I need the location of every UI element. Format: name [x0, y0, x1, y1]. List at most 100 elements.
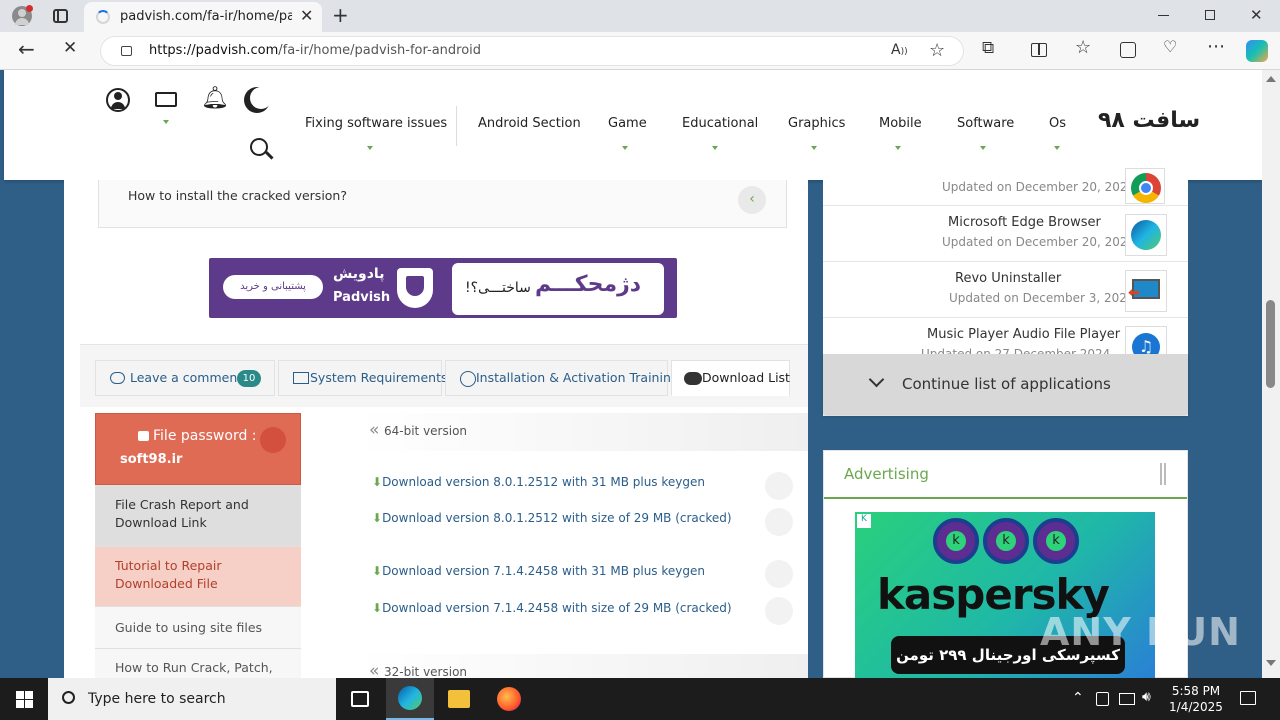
- download-icon: ⬇: [372, 475, 383, 489]
- faq-question: How to install the cracked version?: [128, 188, 347, 203]
- performance-icon[interactable]: ♡: [1163, 37, 1177, 56]
- taskbar-search[interactable]: Type here to search: [48, 678, 336, 720]
- tab-strip: padvish.com/fa-ir/home/padvish-for-andro…: [0, 0, 1280, 32]
- globe-icon: [460, 371, 476, 387]
- back-icon[interactable]: ←: [18, 37, 35, 61]
- tray-device-icon[interactable]: [1096, 692, 1109, 706]
- dark-mode-moon-icon[interactable]: [250, 87, 272, 109]
- tab-leave-comment[interactable]: Leave a comment 10: [95, 360, 275, 396]
- banner-brand-fa: پادویش: [333, 266, 385, 282]
- clock[interactable]: 5:58 PM 1/4/2025: [1168, 683, 1224, 715]
- favorite-star-icon[interactable]: ☆: [929, 40, 945, 61]
- menu-repair-tutorial[interactable]: Tutorial to Repair Downloaded File: [95, 546, 301, 606]
- windows-start-icon[interactable]: [16, 691, 33, 708]
- menu-how-to-run-crack[interactable]: How to Run Crack, Patch,: [95, 648, 301, 678]
- collections-icon[interactable]: [1120, 42, 1136, 58]
- edge-taskbar-icon[interactable]: [386, 678, 434, 720]
- more-menu-icon[interactable]: ⋯: [1207, 36, 1225, 57]
- read-aloud-icon[interactable]: A)): [891, 42, 908, 58]
- nav-os[interactable]: Os: [1049, 116, 1066, 131]
- split-screen-icon[interactable]: [1031, 43, 1047, 57]
- banner-buy-button[interactable]: پشتیبانی و خرید: [223, 275, 323, 299]
- search-icon[interactable]: [250, 138, 274, 160]
- drag-handle-icon[interactable]: [1160, 463, 1166, 485]
- url-text: https://padvish.com/fa-ir/home/padvish-f…: [149, 43, 482, 58]
- nav-android-section[interactable]: Android Section: [478, 116, 581, 131]
- app-item[interactable]: Updated on December 20, 2024: [823, 168, 1188, 206]
- chevron-down-icon: [367, 146, 373, 150]
- chevron-left-icon[interactable]: ‹: [738, 186, 766, 214]
- file-explorer-icon[interactable]: [448, 690, 470, 708]
- tray-chevron-icon[interactable]: ⌃: [1072, 690, 1084, 706]
- lock-icon[interactable]: [121, 46, 132, 56]
- tab-download-list[interactable]: Download List: [671, 360, 790, 396]
- download-link[interactable]: ⬇Download version 7.1.4.2458 with 31 MB …: [372, 564, 705, 578]
- faq-item[interactable]: How to install the cracked version? ‹: [98, 180, 787, 228]
- site-logo[interactable]: سافت ۹۸: [1098, 108, 1200, 133]
- copy-button[interactable]: [260, 427, 286, 453]
- copy-link-button[interactable]: [765, 508, 793, 536]
- banner-subline: ساختـــی؟!: [465, 280, 531, 296]
- address-bar[interactable]: https://padvish.com/fa-ir/home/padvish-f…: [100, 36, 964, 66]
- volume-icon[interactable]: 🔊︎: [1142, 689, 1151, 705]
- app-name: Music Player Audio File Player: [927, 327, 1121, 342]
- user-icon[interactable]: [106, 88, 130, 112]
- nav-graphics[interactable]: Graphics: [788, 116, 845, 131]
- password-value: soft98.ir: [120, 452, 183, 467]
- app-updated: Updated on December 20, 2024: [942, 180, 1136, 194]
- restore-icon[interactable]: [1205, 10, 1215, 20]
- nav-fixing-software-issues[interactable]: Fixing software issues: [305, 116, 447, 131]
- taskbar: Type here to search ⌃ 🔊︎ 5:58 PM 1/4/202…: [0, 678, 1280, 720]
- active-tab[interactable]: padvish.com/fa-ir/home/padvish-for-andro…: [84, 2, 322, 32]
- section-64bit-label: 64-bit version: [384, 424, 468, 438]
- nav-mobile[interactable]: Mobile: [879, 116, 922, 131]
- scroll-up-icon[interactable]: [1266, 76, 1276, 82]
- stop-icon[interactable]: ✕: [63, 38, 77, 58]
- lock-icon: [138, 431, 149, 441]
- page-scrollbar[interactable]: [1262, 70, 1280, 678]
- mail-icon[interactable]: [155, 92, 177, 107]
- nav-game[interactable]: Game: [608, 116, 647, 131]
- padvish-banner[interactable]: دژمحکـــم ساختـــی؟! پادویش Padvish پشتی…: [209, 258, 677, 318]
- menu-guide-site-files[interactable]: Guide to using site files: [95, 606, 301, 648]
- favorites-icon[interactable]: ☆: [1075, 37, 1091, 58]
- copilot-icon[interactable]: [1246, 40, 1268, 62]
- app-item[interactable]: Revo Uninstaller Updated on December 3, …: [823, 262, 1188, 318]
- chevron-down-icon: [868, 371, 885, 388]
- search-icon: [62, 691, 75, 704]
- tab-actions-icon[interactable]: [53, 9, 68, 23]
- app-item[interactable]: Microsoft Edge Browser Updated on Decemb…: [823, 206, 1188, 262]
- firefox-icon[interactable]: [497, 687, 521, 711]
- shield-icon: [397, 268, 433, 308]
- minimize-icon[interactable]: [1158, 15, 1169, 16]
- continue-list-button[interactable]: Continue list of applications: [823, 354, 1188, 414]
- scroll-down-icon[interactable]: [1266, 660, 1276, 666]
- download-link[interactable]: ⬇Download version 7.1.4.2458 with size o…: [372, 601, 732, 615]
- profile-icon[interactable]: [12, 5, 33, 26]
- copy-link-button[interactable]: [765, 560, 793, 588]
- app-updated: Updated on December 20, 2024: [942, 235, 1136, 249]
- scroll-thumb[interactable]: [1266, 300, 1275, 388]
- download-link[interactable]: ⬇Download version 8.0.1.2512 with size o…: [372, 511, 732, 525]
- tab-installation-training[interactable]: Installation & Activation Training: [445, 360, 679, 396]
- tab-download-label: Download List: [702, 370, 790, 385]
- banner-brand-en: Padvish: [333, 290, 391, 305]
- menu-file-crash-report[interactable]: File Crash Report and Download Link: [95, 485, 301, 546]
- tab-system-requirements[interactable]: System Requirements: [278, 360, 448, 396]
- notifications-icon[interactable]: [1240, 691, 1256, 705]
- close-tab-icon[interactable]: ✕: [300, 6, 313, 25]
- copy-link-button[interactable]: [765, 597, 793, 625]
- app-name: Microsoft Edge Browser: [948, 215, 1101, 230]
- tab-title: padvish.com/fa-ir/home/padvish-for-andro…: [120, 9, 292, 24]
- download-link[interactable]: ⬇Download version 8.0.1.2512 with 31 MB …: [372, 475, 705, 489]
- new-tab-icon[interactable]: +: [332, 3, 349, 27]
- nav-educational[interactable]: Educational: [682, 116, 758, 131]
- extensions-icon[interactable]: ⧉: [982, 38, 994, 58]
- bell-icon[interactable]: 🔔︎: [201, 86, 229, 111]
- clock-time: 5:58 PM: [1171, 684, 1221, 698]
- network-icon[interactable]: [1119, 693, 1135, 705]
- copy-link-button[interactable]: [765, 472, 793, 500]
- nav-software[interactable]: Software: [957, 116, 1014, 131]
- task-view-icon[interactable]: [351, 691, 369, 707]
- close-window-icon[interactable]: ✕: [1250, 6, 1263, 24]
